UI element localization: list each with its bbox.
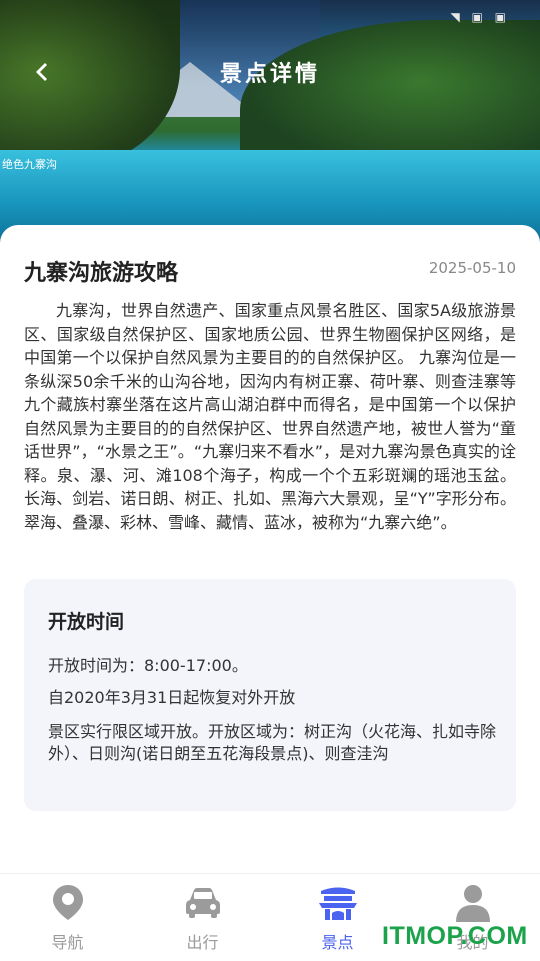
content-card: 九寨沟旅游攻略 2025-05-10 九寨沟，世界自然遗产、国家重点风景名胜区、…: [0, 225, 540, 875]
tab-label: 导航: [51, 933, 84, 952]
page-title: 景点详情: [219, 62, 320, 87]
location-pin-icon: [52, 885, 83, 920]
tab-travel[interactable]: 出行: [135, 874, 270, 961]
tab-label: 出行: [186, 933, 219, 952]
open-time-title: 开放时间: [48, 611, 125, 633]
hero-shade: [0, 0, 540, 250]
user-icon: [455, 885, 490, 922]
hero-caption: 绝色九寨沟: [2, 158, 57, 171]
open-area: 景区实行限区域开放。开放区域为：树正沟（火花海、扎如寺除外）、日则沟(诺日朗至五…: [48, 722, 497, 763]
article-date: 2025-05-10: [428, 259, 516, 277]
status-bar-icons: ◥ ▣ ▣: [450, 10, 510, 24]
article-title: 九寨沟旅游攻略: [24, 261, 179, 286]
open-hours: 开放时间为：8:00-17:00。: [48, 656, 248, 675]
reopen-date: 自2020年3月31日起恢复对外开放: [48, 688, 296, 707]
hero-image: [0, 0, 540, 250]
article-body: 九寨沟，世界自然遗产、国家重点风景名胜区、国家5A级旅游景区、国家级自然保护区、…: [24, 301, 516, 532]
tab-navigation[interactable]: 导航: [0, 874, 135, 961]
car-icon: [185, 888, 220, 918]
open-time-panel: 开放时间 开放时间为：8:00-17:00。 自2020年3月31日起恢复对外开…: [24, 579, 516, 811]
pavilion-icon: [318, 887, 357, 920]
watermark: ITMOP.COM: [382, 922, 528, 950]
